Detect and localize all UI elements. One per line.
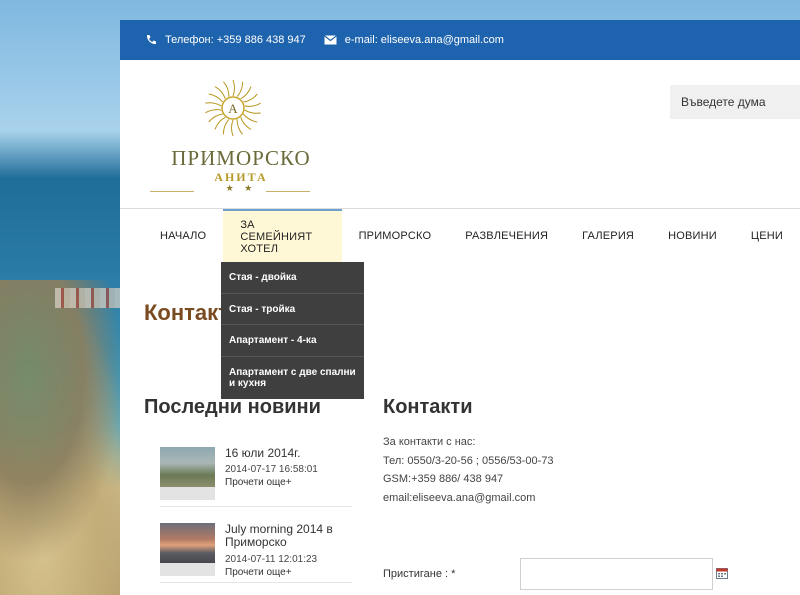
topbar-phone: Телефон: +359 886 438 947	[144, 33, 306, 47]
nav-item-hotel[interactable]: ЗА СЕМЕЙНИЯТ ХОТЕЛ	[223, 209, 342, 263]
arrival-label: Пристигане : *	[383, 568, 456, 580]
envelope-icon	[324, 33, 338, 47]
dropdown-item-apartment-4[interactable]: Апартамент - 4-ка	[221, 325, 364, 357]
calendar-icon[interactable]	[716, 566, 728, 579]
nav-item-news[interactable]: НОВИНИ	[651, 209, 734, 263]
topbar-email[interactable]: e-mail: eliseeva.ana@gmail.com	[324, 33, 504, 47]
main-nav: НАЧАЛО ЗА СЕМЕЙНИЯТ ХОТЕЛ ПРИМОРСКО РАЗВ…	[120, 209, 800, 263]
contact-gsm: GSM:+359 886/ 438 947	[383, 473, 504, 485]
site-header: А ПРИМОРСКО АНИТА ★ ★ Въведете дума	[120, 60, 800, 209]
sun-emblem-icon: А	[205, 79, 261, 137]
read-more-link[interactable]: Прочети още+	[225, 567, 292, 578]
news-heading: Последни новини	[144, 396, 321, 418]
news-list-item[interactable]: 16 юли 2014г. 2014-07-17 16:58:01 Прочет…	[160, 447, 352, 507]
background-shoreline	[0, 280, 140, 595]
nav-item-primorsko[interactable]: ПРИМОРСКО	[342, 209, 449, 263]
logo-letter: А	[228, 101, 238, 116]
site-logo[interactable]: А ПРИМОРСКО АНИТА ★ ★	[148, 78, 310, 198]
contact-info: За контакти с нас: Тел: 0550/3-20-56 ; 0…	[383, 433, 554, 507]
contact-email[interactable]: email:eliseeva.ana@gmail.com	[383, 489, 554, 508]
news-date: 2014-07-11 12:01:23	[225, 554, 318, 565]
top-contact-bar: Телефон: +359 886 438 947 e-mail: elisee…	[120, 20, 800, 60]
nav-item-entertainment[interactable]: РАЗВЛЕЧЕНИЯ	[448, 209, 565, 263]
nav-item-gallery[interactable]: ГАЛЕРИЯ	[565, 209, 651, 263]
phone-icon	[144, 33, 158, 47]
logo-stars: ★ ★	[225, 183, 257, 193]
nav-item-home[interactable]: НАЧАЛО	[120, 209, 223, 263]
news-title-link[interactable]: 16 юли 2014г.	[225, 447, 355, 460]
news-thumbnail[interactable]	[160, 447, 215, 500]
dropdown-item-apartment-two-bedrooms[interactable]: Апартамент с две спални и кухня	[221, 357, 364, 399]
contact-phones: Тел: 0550/3-20-56 ; 0556/53-00-73	[383, 454, 554, 467]
nav-item-prices[interactable]: ЦЕНИ	[734, 209, 800, 263]
logo-title: ПРИМОРСКО	[171, 146, 311, 170]
topbar-phone-text: Телефон: +359 886 438 947	[165, 34, 306, 46]
contacts-heading: Контакти	[383, 396, 473, 418]
news-title-link[interactable]: July morning 2014 в Приморско	[225, 523, 355, 549]
background-houses	[55, 288, 125, 308]
news-list-item[interactable]: July morning 2014 в Приморско 2014-07-11…	[160, 523, 352, 583]
news-thumbnail[interactable]	[160, 523, 215, 576]
dropdown-item-double-room[interactable]: Стая - двойка	[221, 262, 364, 294]
read-more-link[interactable]: Прочети още+	[225, 477, 292, 488]
dropdown-item-triple-room[interactable]: Стая - тройка	[221, 294, 364, 325]
search-input[interactable]: Въведете дума	[670, 85, 800, 119]
contact-intro: За контакти с нас:	[383, 436, 476, 448]
news-date: 2014-07-17 16:58:01	[225, 464, 318, 475]
topbar-email-text[interactable]: e-mail: eliseeva.ana@gmail.com	[345, 34, 504, 46]
hotel-dropdown-menu: Стая - двойка Стая - тройка Апартамент -…	[221, 262, 364, 399]
arrival-date-input[interactable]	[520, 558, 713, 590]
